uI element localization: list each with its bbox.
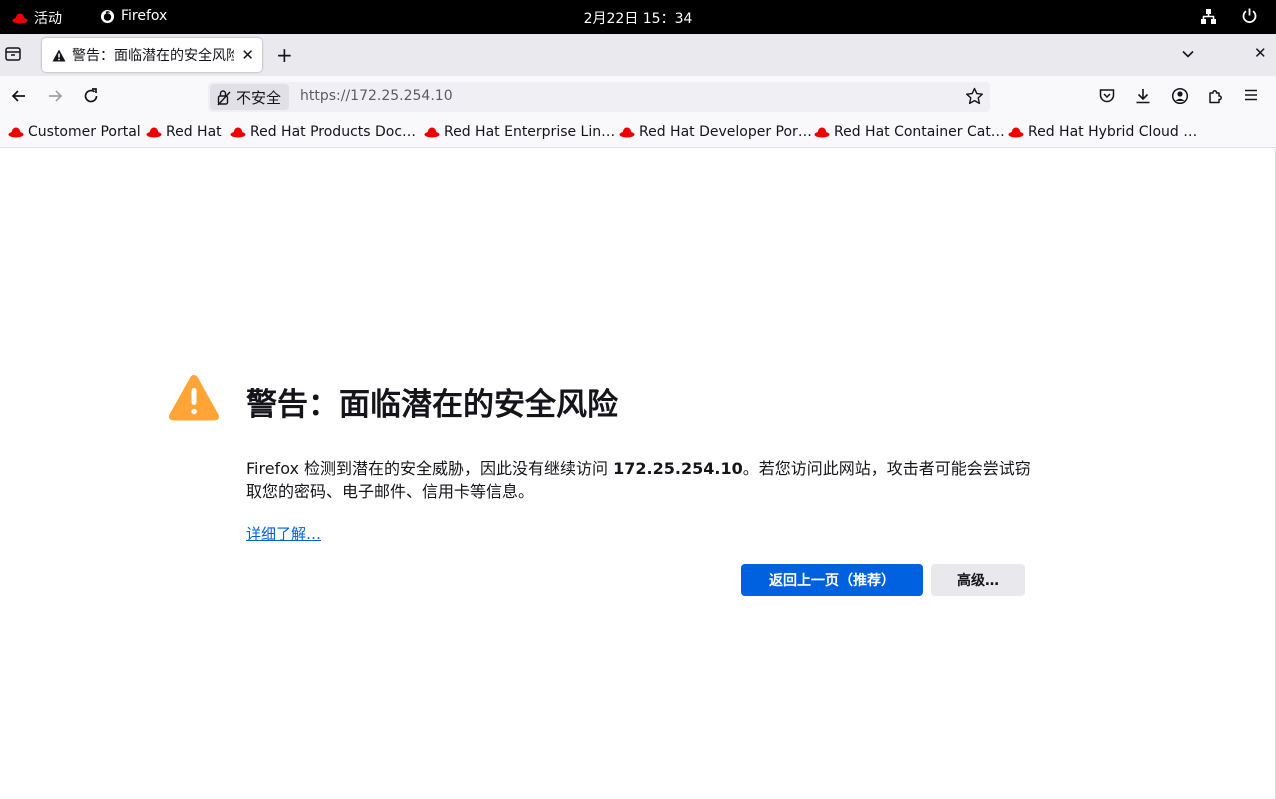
- advanced-button[interactable]: 高级…: [931, 564, 1025, 596]
- network-icon[interactable]: [1200, 8, 1217, 29]
- bookmark-item[interactable]: Red Hat Products Doc…: [230, 124, 416, 140]
- pocket-icon[interactable]: [1098, 87, 1116, 109]
- warning-icon: [52, 49, 66, 61]
- error-title: 警告：面临潜在的安全风险: [246, 387, 618, 423]
- activities-label: 活动: [34, 11, 62, 27]
- forward-icon[interactable]: [46, 87, 64, 109]
- account-icon[interactable]: [1171, 87, 1189, 109]
- red-hat-icon: [619, 127, 635, 138]
- window-close-icon[interactable]: ✕: [1254, 44, 1267, 62]
- url-bar[interactable]: 不安全 https://172.25.254.10: [208, 82, 990, 112]
- app-name-label: Firefox: [121, 8, 168, 24]
- bookmarks-toolbar: Customer Portal Red Hat Red Hat Products…: [0, 118, 1276, 148]
- firefox-icon: [100, 9, 115, 23]
- red-hat-icon: [146, 127, 162, 138]
- navigation-toolbar: 不安全 https://172.25.254.10: [0, 76, 1276, 118]
- bookmark-item[interactable]: Red Hat Container Cat…: [814, 124, 1005, 140]
- tab-strip: 警告：面临潜在的安全风险 ✕ + ✕: [0, 34, 1276, 76]
- go-back-button[interactable]: 返回上一页（推荐）: [741, 564, 923, 596]
- bookmark-item[interactable]: Customer Portal: [8, 124, 141, 140]
- back-icon[interactable]: [10, 87, 28, 109]
- clock[interactable]: 2月22日 15：34: [584, 11, 693, 27]
- insecure-lock-icon: [217, 89, 231, 105]
- red-hat-icon: [230, 127, 246, 138]
- downloads-icon[interactable]: [1134, 87, 1152, 109]
- red-hat-icon: [1008, 127, 1024, 138]
- activities-button[interactable]: 活动: [12, 8, 62, 28]
- tab-active[interactable]: 警告：面临潜在的安全风险 ✕: [42, 38, 262, 72]
- error-description: Firefox 检测到潜在的安全威胁，因此没有继续访问 172.25.254.1…: [246, 457, 1036, 503]
- extensions-icon[interactable]: [1207, 87, 1225, 109]
- site-identity-button[interactable]: 不安全: [210, 84, 290, 110]
- bookmark-item[interactable]: Red Hat: [146, 124, 222, 140]
- tab-title: 警告：面临潜在的安全风险: [72, 48, 234, 64]
- app-menu-icon[interactable]: [1243, 87, 1259, 107]
- error-host: 172.25.254.10: [613, 459, 743, 478]
- reload-icon[interactable]: [82, 87, 100, 109]
- bookmark-label: Red Hat Enterprise Lin…: [444, 124, 616, 140]
- insecure-label: 不安全: [236, 88, 282, 107]
- bookmark-label: Customer Portal: [28, 124, 141, 140]
- red-hat-icon: [8, 127, 24, 138]
- bookmark-label: Red Hat Products Doc…: [250, 124, 417, 140]
- page-content: 警告：面临潜在的安全风险 Firefox 检测到潜在的安全威胁，因此没有继续访问…: [0, 149, 1276, 799]
- red-hat-icon: [424, 127, 440, 138]
- bookmark-label: Red Hat: [166, 124, 222, 140]
- red-hat-logo-icon: [12, 13, 28, 24]
- list-all-tabs-icon[interactable]: [1180, 46, 1196, 66]
- url-text[interactable]: https://172.25.254.10: [300, 88, 453, 104]
- firefox-view-icon[interactable]: [4, 45, 22, 67]
- bookmark-item[interactable]: Red Hat Enterprise Lin…: [424, 124, 615, 140]
- bookmark-star-icon[interactable]: [965, 87, 984, 110]
- bookmark-label: Red Hat Developer Por…: [639, 124, 812, 140]
- warning-icon: [169, 375, 219, 421]
- tab-close-icon[interactable]: ✕: [241, 46, 254, 64]
- app-menu[interactable]: Firefox: [100, 8, 167, 24]
- bookmark-item[interactable]: Red Hat Hybrid Cloud …: [1008, 124, 1197, 140]
- system-top-bar: 活动 Firefox 2月22日 15：34: [0, 0, 1276, 34]
- learn-more-link[interactable]: 详细了解…: [246, 523, 321, 544]
- red-hat-icon: [814, 127, 830, 138]
- power-icon[interactable]: [1241, 7, 1258, 28]
- bookmark-label: Red Hat Container Cat…: [834, 124, 1005, 140]
- bookmark-item[interactable]: Red Hat Developer Por…: [619, 124, 812, 140]
- new-tab-button[interactable]: +: [276, 43, 293, 67]
- bookmark-label: Red Hat Hybrid Cloud …: [1028, 124, 1198, 140]
- error-description-text: Firefox 检测到潜在的安全威胁，因此没有继续访问: [246, 459, 614, 478]
